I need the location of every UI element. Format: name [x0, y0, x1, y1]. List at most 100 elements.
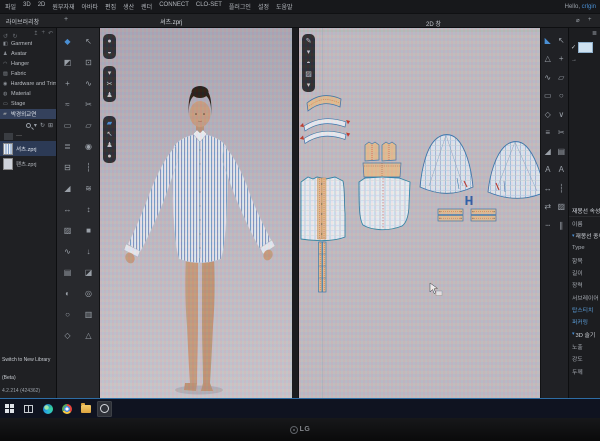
tool-3d-icon-render-toggle[interactable]: ◐: [57, 283, 78, 304]
tool-2d-icon-annotation[interactable]: A: [541, 161, 555, 180]
view-toggle-2d-pattern-2d[interactable]: ▾: [303, 80, 314, 90]
library-search-icon-filter-dropdown[interactable]: ▾: [34, 122, 37, 129]
tool-3d-icon-scene[interactable]: ▥: [78, 304, 99, 325]
pattern-collar-stand-1[interactable]: [300, 119, 350, 131]
menu-item[interactable]: 아바타: [81, 2, 98, 11]
switch-library-link[interactable]: Switch to New Library (Beta): [2, 357, 50, 381]
library-search-icon-grid-view[interactable]: ⊞: [48, 122, 53, 129]
tool-3d-icon-morph[interactable]: △: [78, 325, 99, 346]
collapse-panel-icon[interactable]: →: [571, 57, 577, 63]
view-toggle-show-garment[interactable]: ▾: [104, 68, 115, 78]
library-category-avatar[interactable]: ♟ Avatar: [0, 49, 56, 59]
tool-3d-icon-layer[interactable]: ◇: [57, 325, 78, 346]
view-toggle-avatar-tape-toggle[interactable]: ♟: [104, 140, 115, 150]
taskbar-icon-edge[interactable]: [40, 401, 55, 417]
menu-item[interactable]: CLO-SET: [196, 2, 222, 11]
property-row[interactable]: 재봉선 종류: [569, 230, 600, 242]
property-row[interactable]: 두께: [569, 365, 600, 377]
library-search-icon-refresh[interactable]: ↻: [40, 122, 45, 129]
tool-3d-icon-select-box[interactable]: ⊡: [78, 52, 99, 73]
library-category-stage[interactable]: ▭ Stage: [0, 99, 56, 109]
library-header-icon-add[interactable]: +: [41, 30, 45, 37]
property-row[interactable]: 노출: [569, 340, 600, 352]
tool-2d-icon-trace[interactable]: ✂: [555, 124, 569, 143]
window-divider[interactable]: [292, 28, 299, 398]
menu-item[interactable]: 플러그인: [229, 2, 251, 11]
view-toggle-garment-thickness[interactable]: ✂: [104, 79, 115, 89]
tool-2d-icon-add-point[interactable]: +: [555, 50, 569, 69]
tool-2d-icon-edit-pattern[interactable]: △: [541, 50, 555, 69]
tool-2d-icon-ruler[interactable]: ↔: [541, 179, 555, 198]
view-toggle-2d-texture-2d[interactable]: ◓: [303, 58, 314, 68]
tool-3d-icon-wind[interactable]: ∿: [57, 241, 78, 262]
tool-2d-icon-grading[interactable]: ▤: [555, 142, 569, 161]
tool-3d-icon-tape-avatar[interactable]: ▭: [57, 115, 78, 136]
view-toggle-fabric-toggle[interactable]: ▰: [104, 118, 115, 128]
tool-2d-icon-circle[interactable]: ○: [555, 87, 569, 106]
tool-2d-icon-fold[interactable]: ◢: [541, 142, 555, 161]
property-row[interactable]: 강도: [569, 353, 600, 365]
tool-3d-icon-buttonhole[interactable]: ⊟: [57, 157, 78, 178]
thumbnail-view-icon[interactable]: [4, 133, 13, 140]
view-toggle-pointer-toggle[interactable]: ↖: [104, 129, 115, 139]
menu-item[interactable]: 2D: [38, 2, 46, 11]
pattern-pleat-marker[interactable]: [466, 196, 473, 205]
view-toggle-show-avatar[interactable]: ●: [104, 36, 115, 46]
tool-3d-icon-sewing-free[interactable]: ≈: [57, 94, 78, 115]
property-row[interactable]: 이름: [569, 217, 600, 229]
pattern-back-yoke-right[interactable]: [382, 142, 396, 161]
taskbar-icon-file-explorer[interactable]: [78, 401, 93, 417]
view-toggle-avatar-style[interactable]: ◒: [104, 47, 115, 57]
tool-3d-icon-light[interactable]: ○: [57, 304, 78, 325]
menu-item[interactable]: 생산: [123, 2, 134, 11]
tool-2d-icon-guideline[interactable]: ┆: [555, 179, 569, 198]
tool-3d-icon-simulate[interactable]: ◆: [57, 31, 78, 52]
tool-3d-icon-fold-arrangement[interactable]: ◢: [57, 178, 78, 199]
tool-2d-icon-dart[interactable]: ◇: [541, 105, 555, 124]
tool-3d-icon-select-move[interactable]: ↖: [78, 31, 99, 52]
tool-2d-icon-pleat[interactable]: ∥: [555, 216, 569, 235]
view-toggle-2d-pen-2d[interactable]: ✎: [303, 36, 314, 46]
property-row[interactable]: 장력: [569, 279, 600, 291]
taskbar-icon-chrome[interactable]: [59, 401, 74, 417]
pattern-collar-stand-2[interactable]: [300, 131, 350, 143]
tool-2d-icon-show-fabric-2d[interactable]: ▨: [555, 198, 569, 217]
menu-item[interactable]: 도움말: [276, 2, 293, 11]
property-row[interactable]: 탑스티치: [569, 303, 600, 315]
menu-item[interactable]: 3D: [23, 2, 31, 11]
panel-menu-icon[interactable]: ≣: [592, 30, 597, 37]
tool-3d-icon-fabric-tool[interactable]: ▨: [57, 220, 78, 241]
tool-2d-icon-sync[interactable]: ⇄: [541, 198, 555, 217]
pattern-yoke-band[interactable]: [363, 163, 401, 177]
tool-2d-icon-select-2d[interactable]: ↖: [555, 31, 569, 50]
view-toggle-2d-show-garment-2d[interactable]: ▾: [303, 47, 314, 57]
library-category-garment[interactable]: ◧ Garment: [0, 39, 56, 49]
library-header-icon-sort[interactable]: ↥: [33, 30, 38, 37]
tool-3d-icon-detach-scissors[interactable]: ✂: [78, 94, 99, 115]
pattern-front-panel[interactable]: [301, 177, 345, 241]
property-row[interactable]: 서브레이어: [569, 291, 600, 303]
view-toggle-2d-fabric-2d[interactable]: ▨: [303, 69, 314, 79]
tool-2d-icon-transform-pattern[interactable]: ◣: [541, 31, 555, 50]
tool-3d-icon-gravity[interactable]: ↓: [78, 241, 99, 262]
tool-3d-icon-camera[interactable]: ◎: [78, 283, 99, 304]
library-category-user-folder[interactable]: ▰ 박경외교연: [0, 109, 56, 119]
view-toggle-avatar-pose[interactable]: ♟: [104, 90, 115, 100]
refresh-icon[interactable]: ⌀: [576, 17, 580, 24]
tool-2d-icon-edit-curve[interactable]: ∿: [541, 68, 555, 87]
tool-3d-icon-sewing-segment[interactable]: ∿: [78, 73, 99, 94]
search-icon[interactable]: [26, 123, 31, 128]
pattern-placket-strip[interactable]: [319, 242, 327, 292]
pattern-cuff-left[interactable]: [438, 209, 463, 221]
library-file-row-팬츠.zprj[interactable]: 팬츠.zprj: [0, 156, 56, 171]
pattern-collar-band[interactable]: [307, 96, 341, 111]
tool-2d-icon-baste[interactable]: ┄: [541, 216, 555, 235]
menu-item[interactable]: 편집: [105, 2, 116, 11]
property-row[interactable]: 3D 솔기: [569, 328, 600, 340]
property-row[interactable]: Type: [569, 242, 600, 254]
tool-3d-icon-select-mesh[interactable]: ◩: [57, 52, 78, 73]
tab-project[interactable]: 셔츠.zprj: [160, 17, 182, 26]
property-row[interactable]: 재봉선 속성: [569, 205, 600, 217]
tool-3d-icon-steam[interactable]: ≋: [78, 178, 99, 199]
pattern-back-yoke-left[interactable]: [365, 142, 379, 161]
